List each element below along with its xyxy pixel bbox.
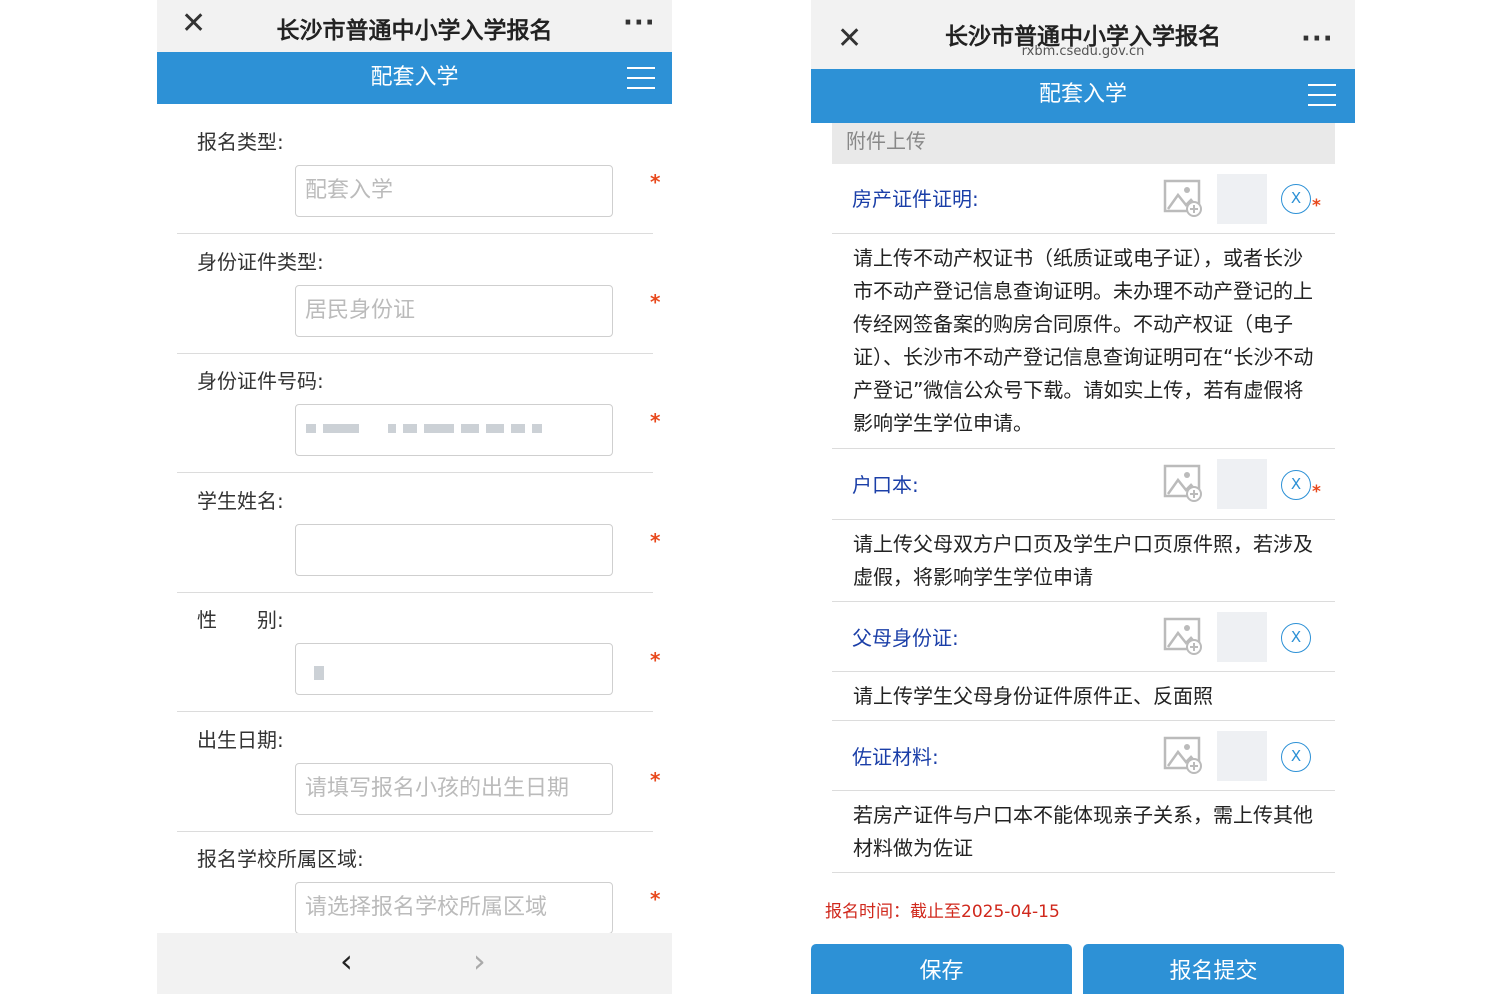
upload-label: 户口本: [852,473,919,497]
field-label: 出生日期: [197,728,284,752]
birth-date-input[interactable]: 请填写报名小孩的出生日期 [295,763,613,815]
browser-titlebar: ✕ 长沙市普通中小学入学报名 ··· [157,0,672,52]
field-label: 性 别: [197,608,284,632]
header-bar: 配套入学 [811,69,1355,123]
submit-button[interactable]: 报名提交 [1083,944,1344,994]
remove-button[interactable]: X [1281,623,1311,653]
field-label: 报名类型: [197,130,284,154]
id-number-input[interactable] [295,404,613,456]
image-thumbnail[interactable] [1217,731,1267,781]
required-mark: * [650,768,661,792]
required-mark: * [650,409,661,433]
registration-type-input[interactable]: 配套入学 [295,165,613,217]
save-button[interactable]: 保存 [811,944,1072,994]
add-image-icon[interactable] [1163,179,1203,217]
upload-label: 父母身份证: [852,626,959,650]
form-row-registration-type: 报名类型: 配套入学 * [177,114,660,234]
bottom-nav-bar: ‹ › [157,933,672,994]
form-row-student-name: 学生姓名: * [177,473,660,593]
add-image-icon[interactable] [1163,464,1203,502]
upload-label: 佐证材料: [852,745,939,769]
upload-row-parent-id: 父母身份证: X [832,602,1335,672]
field-label: 身份证件类型: [197,250,324,274]
required-mark: * [1312,196,1321,216]
more-options-icon[interactable]: ··· [623,10,656,36]
header-title: 配套入学 [370,65,459,90]
upload-row-supporting-materials: 佐证材料: X [832,721,1335,791]
form-row-id-type: 身份证件类型: 居民身份证 * [177,234,660,354]
field-label: 报名学校所属区域: [197,847,364,871]
deadline-text: 报名时间：截止至2025-04-15 [825,902,1060,922]
required-mark: * [650,648,661,672]
image-thumbnail[interactable] [1217,459,1267,509]
remove-button[interactable]: X [1281,742,1311,772]
redacted-value [306,424,542,433]
remove-button[interactable]: X [1281,470,1311,500]
forward-arrow-icon[interactable]: › [473,945,486,977]
image-thumbnail[interactable] [1217,612,1267,662]
upload-row-household-register: 户口本: X * [832,449,1335,520]
remove-button[interactable]: X [1281,184,1311,214]
form-row-gender: 性 别: * [177,592,660,712]
hamburger-icon[interactable] [1308,84,1336,106]
upload-row-property: 房产证件证明: X * [832,164,1335,234]
back-arrow-icon[interactable]: ‹ [340,945,353,977]
required-mark: * [650,170,661,194]
page-url: rxbm.csedu.gov.cn [1021,44,1145,59]
gender-input[interactable] [295,643,613,695]
form-row-id-number: 身份证件号码: * [177,353,660,473]
header-bar: 配套入学 [157,52,672,104]
header-title: 配套入学 [1038,82,1127,107]
required-mark: * [1312,482,1321,502]
upload-description: 请上传父母双方户口页及学生户口页原件照，若涉及虚假，将影响学生学位申请 [832,520,1335,602]
more-options-icon[interactable]: ··· [1301,26,1334,52]
browser-titlebar: ✕ 长沙市普通中小学入学报名 rxbm.csedu.gov.cn ··· [811,0,1355,69]
left-screen: ✕ 长沙市普通中小学入学报名 ··· 配套入学 报名类型: 配套入学 * 身份证… [157,0,672,994]
image-thumbnail[interactable] [1217,174,1267,224]
add-image-icon[interactable] [1163,617,1203,655]
upload-description: 请上传不动产权证书（纸质证或电子证），或者长沙市不动产登记信息查询证明。未办理不… [832,234,1335,449]
upload-description: 若房产证件与户口本不能体现亲子关系，需上传其他材料做为佐证 [832,791,1335,873]
field-label: 身份证件号码: [197,369,324,393]
school-district-select[interactable]: 请选择报名学校所属区域 [295,882,613,934]
upload-description: 请上传学生父母身份证件原件正、反面照 [832,672,1335,721]
required-mark: * [650,529,661,553]
right-screen: ✕ 长沙市普通中小学入学报名 rxbm.csedu.gov.cn ··· 配套入… [811,0,1355,994]
attachments-section-header: 附件上传 [832,123,1335,164]
upload-label: 房产证件证明: [852,187,979,211]
required-mark: * [650,887,661,911]
hamburger-icon[interactable] [627,67,655,89]
page-title: 长沙市普通中小学入学报名 [276,18,553,44]
id-type-input[interactable]: 居民身份证 [295,285,613,337]
add-image-icon[interactable] [1163,736,1203,774]
field-label: 学生姓名: [197,489,284,513]
redacted-value [314,666,324,680]
form-row-birth-date: 出生日期: 请填写报名小孩的出生日期 * [177,712,660,832]
student-name-input[interactable] [295,524,613,576]
required-mark: * [650,290,661,314]
